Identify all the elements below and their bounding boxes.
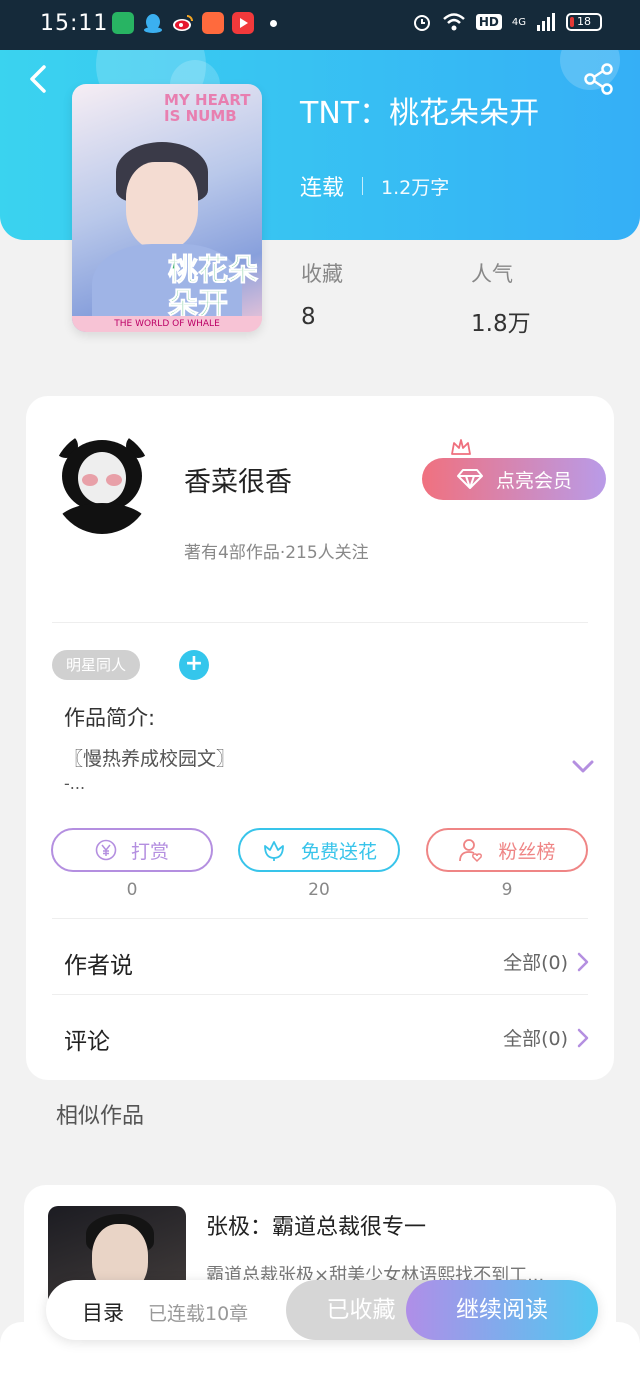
author-info: 著有4部作品·215人关注 [184, 543, 369, 563]
stat-label: 收藏 [301, 262, 343, 286]
user-heart-icon [459, 839, 483, 863]
cover-text-top: MY HEART IS NUMB [164, 91, 251, 125]
status-time: 15:11 [40, 11, 109, 36]
tag-chip[interactable]: 明星同人 [52, 650, 141, 680]
author-note-label[interactable]: 作者说 [64, 946, 133, 980]
divider [52, 918, 588, 919]
book-title: TNT：桃花朵朵开 [300, 96, 540, 131]
stat-value: 8 [301, 304, 316, 330]
intro-label: 作品简介: [64, 706, 156, 730]
comments-label[interactable]: 评论 [64, 1022, 110, 1056]
meta-divider [362, 177, 364, 195]
fan-count: 9 [501, 880, 513, 900]
reading-action-bar: 目录 已连载10章 已收藏 继续阅读 [46, 1280, 598, 1340]
notification-icons [112, 12, 277, 34]
intro-text: 〖慢热养成校园文〗 [64, 748, 236, 770]
battery-icon: 18 [566, 13, 602, 31]
cover-figure-face [126, 162, 198, 250]
tip-label: 打赏 [130, 840, 169, 863]
similar-book-title[interactable]: 张极：霸道总裁很专一 [206, 1209, 426, 1241]
qq-icon [142, 12, 164, 34]
author-note-all-link[interactable]: 全部(0) [503, 948, 590, 975]
chapter-count: 已连载10章 [148, 1303, 249, 1325]
vip-button[interactable]: 点亮会员 [422, 458, 606, 500]
add-tag-button[interactable]: + [179, 650, 209, 680]
author-note-count: 全部(0) [503, 952, 568, 974]
send-flower-label: 免费送花 [300, 840, 377, 863]
network-type: 4G [511, 16, 526, 28]
vip-label: 点亮会员 [495, 469, 572, 492]
author-name[interactable]: 香菜很香 [184, 460, 292, 499]
stat-label: 人气 [471, 262, 513, 286]
fan-ranking-label: 粉丝榜 [498, 840, 556, 863]
stat-popularity: 人气 1.8万 [471, 258, 531, 338]
apps-icon [202, 12, 224, 34]
cover-text-bottom: THE WORLD OF WHALE [72, 316, 262, 332]
cover-text-big: 桃花朵朵开 [168, 253, 259, 322]
chevron-down-icon[interactable] [570, 758, 596, 776]
chevron-right-icon [577, 1028, 589, 1047]
toc-button[interactable]: 目录 [82, 1297, 124, 1327]
back-button[interactable] [24, 62, 54, 96]
video-app-icon [232, 12, 254, 34]
tip-button[interactable]: 打赏 [51, 828, 213, 872]
weibo-icon [172, 12, 194, 34]
stat-favorites: 收藏 8 [301, 258, 343, 330]
continue-reading-button[interactable]: 继续阅读 [406, 1280, 598, 1340]
word-count: 1.2万字 [381, 176, 450, 199]
wifi-icon [443, 13, 465, 31]
stat-value: 1.8万 [471, 311, 531, 337]
battery-app-icon [112, 12, 134, 34]
serial-status: 连载 [300, 176, 345, 201]
status-bar: 15:11 HD 4G 18 [0, 0, 640, 50]
chevron-left-icon [30, 65, 46, 93]
divider [52, 994, 588, 995]
comments-count: 全部(0) [503, 1028, 568, 1050]
tip-count: 0 [126, 880, 138, 900]
status-right: HD 4G 18 [412, 12, 602, 32]
more-notifications-dot [270, 19, 277, 27]
crown-icon [451, 439, 471, 455]
author-avatar[interactable] [52, 430, 152, 534]
diamond-icon [456, 469, 483, 489]
comments-all-link[interactable]: 全部(0) [503, 1024, 590, 1051]
signal-icon [537, 13, 555, 31]
share-button[interactable] [582, 62, 616, 96]
similar-section-title: 相似作品 [56, 1104, 145, 1129]
yen-icon [95, 839, 117, 861]
alarm-icon [413, 15, 430, 31]
hd-badge: HD [475, 14, 502, 30]
book-meta: 连载 1.2万字 [300, 170, 449, 202]
flower-count: 20 [308, 880, 330, 900]
fan-ranking-button[interactable]: 粉丝榜 [426, 828, 588, 872]
book-cover[interactable]: MY HEART IS NUMB 桃花朵朵开 THE WORLD OF WHAL… [72, 84, 262, 332]
chevron-right-icon [577, 952, 589, 971]
battery-level: 18 [577, 15, 591, 28]
intro-truncated: -... [64, 774, 86, 793]
divider [52, 622, 588, 623]
flower-icon [264, 841, 284, 861]
book-detail-card: 香菜很香 著有4部作品·215人关注 点亮会员 明星同人 + 作品简介: 〖慢热… [26, 396, 614, 1080]
send-flower-button[interactable]: 免费送花 [238, 828, 400, 872]
share-icon [584, 63, 613, 95]
